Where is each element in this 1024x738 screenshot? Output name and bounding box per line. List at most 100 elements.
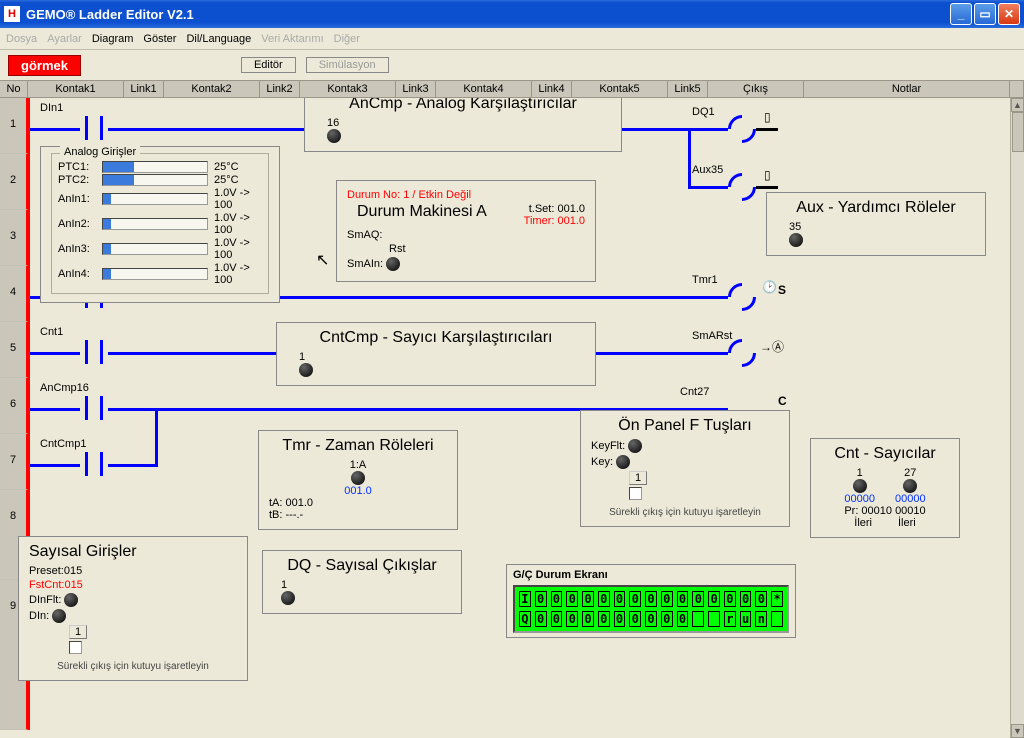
panel-ancmp[interactable]: AnCmp - Analog Karşılaştırıcılar 16	[304, 98, 622, 152]
panel-analog-girisler[interactable]: Analog Girişler PTC1:25°CPTC2:25°CAnIn1:…	[40, 146, 280, 303]
panel-tmr[interactable]: Tmr - Zaman Röleleri 1:A 001.0 tA: 001.0…	[258, 430, 458, 530]
io-cell: 0	[566, 591, 578, 607]
cnt-title: Cnt - Sayıcılar	[821, 445, 949, 463]
col-kontak5[interactable]: Kontak5	[572, 81, 668, 97]
menu-diagram[interactable]: Diagram	[92, 33, 134, 45]
io-cell: I	[519, 591, 531, 607]
analog-slider[interactable]	[102, 243, 208, 255]
panel-gc-durum[interactable]: G/Ç Durum Ekranı I000000000000000* Q0000…	[506, 564, 796, 638]
row-num-7[interactable]: 7	[0, 434, 28, 490]
menu-goster[interactable]: Göster	[143, 33, 176, 45]
cnt-f1: İleri	[854, 517, 872, 529]
sayisal-hint: Sürekli çıkış için kutuyu işaretleyin	[29, 661, 237, 672]
sayisal-fstcnt: FstCnt:015	[29, 579, 237, 591]
window-title: GEMO® Ladder Editor V2.1	[26, 7, 950, 22]
io-cell: 0	[582, 611, 594, 627]
tmr-sub: 1:A	[269, 459, 447, 471]
col-link2[interactable]: Link2	[260, 81, 300, 97]
analog-slider[interactable]	[102, 218, 208, 230]
io-cell: 0	[551, 591, 563, 607]
col-link3[interactable]: Link3	[396, 81, 436, 97]
col-notlar[interactable]: Notlar	[804, 81, 1010, 97]
row-num-2[interactable]: 2	[0, 154, 28, 210]
io-cell: 0	[551, 611, 563, 627]
io-cell: Q	[519, 611, 531, 627]
cntcmp-sub: 1	[299, 351, 585, 363]
panel-aux[interactable]: Aux - Yardımcı Röleler 35	[766, 192, 986, 256]
app-icon: H	[4, 6, 20, 22]
col-kontak1[interactable]: Kontak1	[28, 81, 124, 97]
io-cell: 0	[629, 591, 641, 607]
col-no[interactable]: No	[0, 81, 28, 97]
coil-tmr1[interactable]	[722, 277, 762, 317]
io-cell: 0	[582, 591, 594, 607]
contact-cntcmp1[interactable]	[80, 452, 108, 476]
analog-row: PTC1:25°C	[58, 161, 262, 173]
cnt-pr: Pr: 00010 00010	[821, 505, 949, 517]
menu-dosya[interactable]: Dosya	[6, 33, 37, 45]
maximize-button[interactable]: ▭	[974, 3, 996, 25]
led-icon	[281, 591, 295, 605]
menu-diger[interactable]: Diğer	[334, 33, 360, 45]
menu-dil[interactable]: Dil/Language	[186, 33, 251, 45]
menu-veri[interactable]: Veri Aktarımı	[261, 33, 323, 45]
io-cell	[708, 611, 720, 627]
scrollbar-down-icon[interactable]: ▼	[1011, 724, 1024, 738]
col-link4[interactable]: Link4	[532, 81, 572, 97]
col-link1[interactable]: Link1	[124, 81, 164, 97]
io-cell: 0	[535, 591, 547, 607]
analog-slider[interactable]	[102, 193, 208, 205]
onpanel-btn[interactable]: 1	[629, 471, 647, 485]
sayisal-title: Sayısal Girişler	[29, 543, 237, 561]
sayisal-checkbox[interactable]	[69, 641, 82, 654]
dq-title: DQ - Sayısal Çıkışlar	[273, 557, 451, 575]
panel-dq[interactable]: DQ - Sayısal Çıkışlar 1	[262, 550, 462, 614]
row-num-6[interactable]: 6	[0, 378, 28, 434]
col-kontak4[interactable]: Kontak4	[436, 81, 532, 97]
io-cell: 0	[614, 591, 626, 607]
analog-slider[interactable]	[102, 161, 208, 173]
close-button[interactable]: ✕	[998, 3, 1020, 25]
col-cikis[interactable]: Çıkış	[708, 81, 804, 97]
row-num-3[interactable]: 3	[0, 210, 28, 266]
onpanel-checkbox[interactable]	[629, 487, 642, 500]
wire	[688, 128, 728, 131]
contact-cnt1[interactable]	[80, 340, 108, 364]
contact-din1[interactable]	[80, 116, 108, 140]
dq-sub: 1	[281, 579, 451, 591]
row-num-5[interactable]: 5	[0, 322, 28, 378]
io-cell: 0	[614, 611, 626, 627]
io-cell: 0	[755, 591, 767, 607]
led-icon	[351, 471, 365, 485]
onpanel-keyflt: KeyFlt:	[591, 440, 625, 452]
io-cell: r	[724, 611, 736, 627]
col-kontak2[interactable]: Kontak2	[164, 81, 260, 97]
menu-ayarlar[interactable]: Ayarlar	[47, 33, 82, 45]
durum-tset: t.Set: 001.0	[524, 203, 585, 215]
cnt-hdr1: 1	[844, 467, 875, 479]
panel-durum-makinesi[interactable]: Durum No: 1 / Etkin Değil Durum Makinesi…	[336, 180, 596, 282]
panel-sayisal-girisler[interactable]: Sayısal Girişler Preset:015 FstCnt:015 D…	[18, 536, 248, 681]
scrollbar-thumb[interactable]	[1012, 112, 1024, 152]
panel-cntcmp[interactable]: CntCmp - Sayıcı Karşılaştırıcıları 1	[276, 322, 596, 386]
io-cell: 0	[645, 591, 657, 607]
contact-ancmp16[interactable]	[80, 396, 108, 420]
label-dq1: DQ1	[692, 106, 715, 118]
label-cnt27: Cnt27	[680, 386, 709, 398]
editor-button[interactable]: Editör	[241, 57, 296, 73]
analog-slider[interactable]	[102, 268, 208, 280]
sayisal-btn[interactable]: 1	[69, 625, 87, 639]
col-link5[interactable]: Link5	[668, 81, 708, 97]
minimize-button[interactable]: _	[950, 3, 972, 25]
panel-cnt[interactable]: Cnt - Sayıcılar 1 00000 27 00000 Pr: 000…	[810, 438, 960, 538]
col-kontak3[interactable]: Kontak3	[300, 81, 396, 97]
vertical-scrollbar[interactable]: ▲ ▼	[1010, 98, 1024, 738]
analog-row: PTC2:25°C	[58, 174, 262, 186]
simulation-button[interactable]: Simülasyon	[306, 57, 389, 73]
mode-button[interactable]: görmek	[8, 55, 81, 76]
scrollbar-up-icon[interactable]: ▲	[1011, 98, 1024, 112]
row-num-1[interactable]: 1	[0, 98, 28, 154]
analog-slider[interactable]	[102, 174, 208, 186]
panel-onpanel[interactable]: Ön Panel F Tuşları KeyFlt: Key: 1 Sürekl…	[580, 410, 790, 527]
row-num-4[interactable]: 4	[0, 266, 28, 322]
